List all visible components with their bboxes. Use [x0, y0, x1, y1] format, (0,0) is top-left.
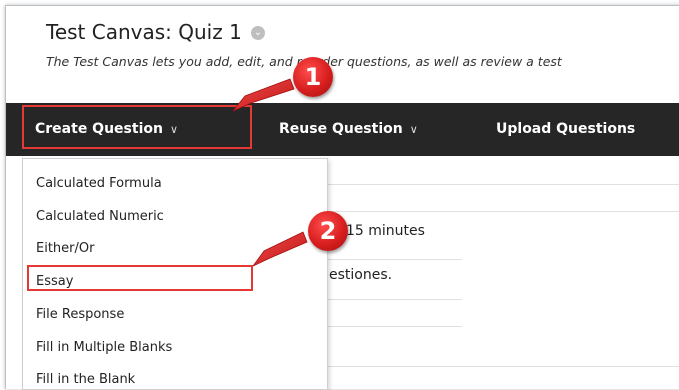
title-options-icon[interactable]: ⌄ — [251, 26, 265, 40]
menu-item-fill-multiple-blanks[interactable]: Fill in Multiple Blanks — [36, 340, 172, 355]
question-text-fragment: 15 minutes — [346, 223, 425, 239]
page-title: Test Canvas: Quiz 1 — [46, 20, 242, 44]
menu-item-file-response[interactable]: File Response — [36, 307, 124, 322]
content-divider — [326, 184, 679, 185]
upload-questions-button[interactable]: Upload Questions — [496, 103, 635, 156]
create-question-highlight — [22, 105, 252, 149]
page-header: Test Canvas: Quiz 1 ⌄ The Test Canvas le… — [6, 6, 679, 106]
menu-item-fill-in-the-blank[interactable]: Fill in the Blank — [36, 372, 135, 387]
content-divider — [326, 211, 679, 212]
reuse-question-label: Reuse Question — [279, 121, 403, 137]
question-text-fragment: estiones. — [329, 267, 393, 283]
essay-highlight — [27, 265, 253, 291]
content-divider — [326, 366, 679, 367]
menu-item-calculated-numeric[interactable]: Calculated Numeric — [36, 209, 164, 224]
content-divider — [326, 259, 462, 260]
chevron-down-icon: ∨ — [409, 123, 418, 136]
step-2-badge: 2 — [308, 211, 348, 251]
reuse-question-button[interactable]: Reuse Question ∨ — [279, 103, 418, 156]
content-divider — [326, 299, 462, 300]
menu-item-either-or[interactable]: Either/Or — [36, 241, 94, 256]
upload-questions-label: Upload Questions — [496, 121, 636, 137]
menu-item-calculated-formula[interactable]: Calculated Formula — [36, 176, 162, 191]
content-divider — [326, 326, 462, 327]
step-1-badge: 1 — [293, 57, 333, 97]
